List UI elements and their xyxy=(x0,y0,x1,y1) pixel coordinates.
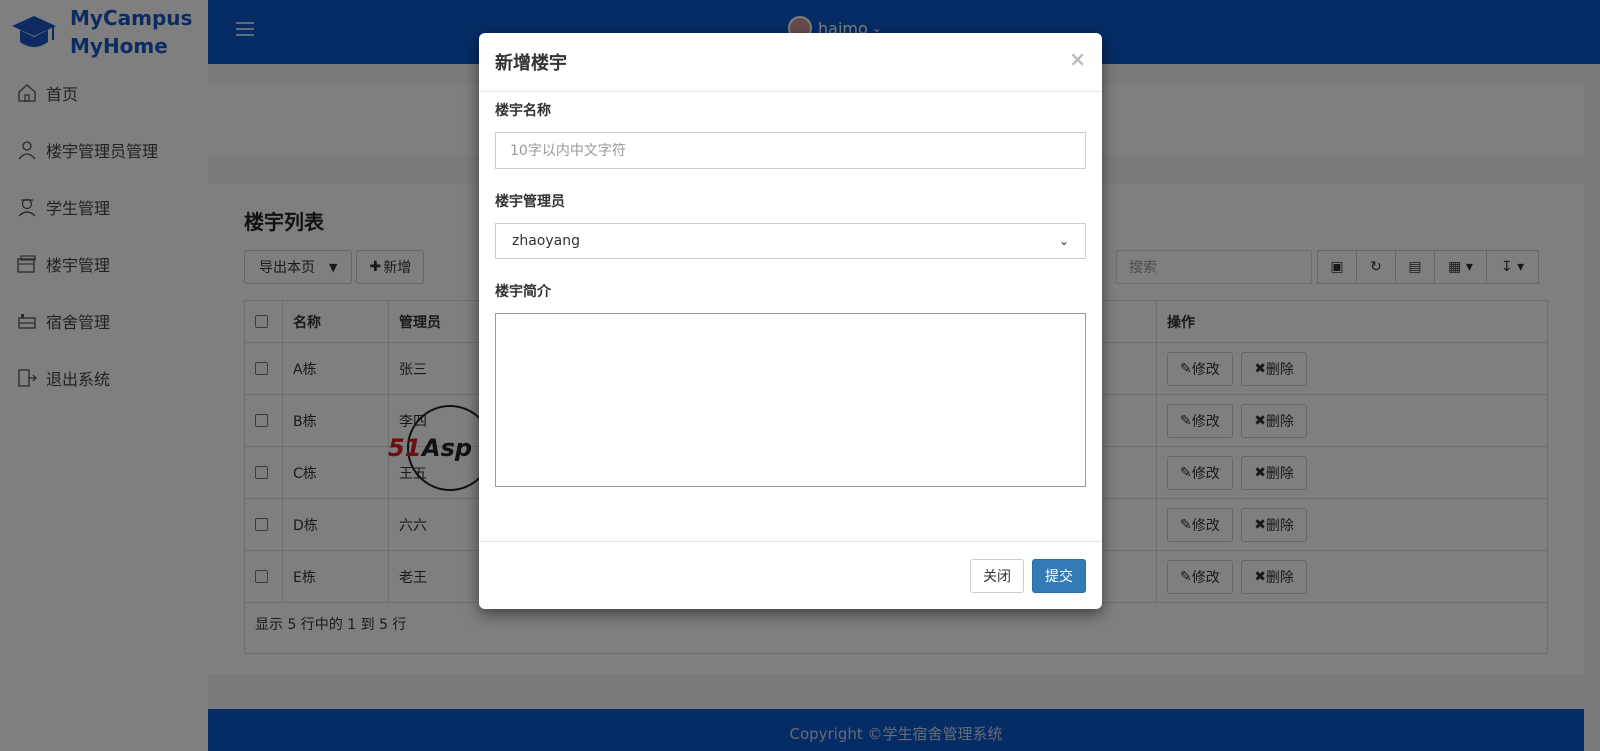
modal-title: 新增楼宇 xyxy=(495,53,567,74)
building-name-input[interactable] xyxy=(495,132,1086,169)
submit-button[interactable]: 提交 xyxy=(1032,558,1086,593)
modal-header: 新增楼宇 × xyxy=(479,33,1102,92)
modal-body: 楼宇名称 楼宇管理员 zhaoyang ⌄ 楼宇简介 xyxy=(479,92,1102,487)
add-building-modal: 新增楼宇 × 楼宇名称 楼宇管理员 zhaoyang ⌄ 楼宇简介 关闭 提交 xyxy=(479,33,1102,609)
building-intro-textarea[interactable] xyxy=(495,313,1086,487)
selected-admin: zhaoyang xyxy=(512,233,580,249)
building-name-label: 楼宇名称 xyxy=(495,103,551,119)
building-intro-label: 楼宇简介 xyxy=(495,284,551,300)
close-button[interactable]: 关闭 xyxy=(970,558,1024,593)
close-icon[interactable]: × xyxy=(1069,47,1086,71)
chevron-down-icon: ⌄ xyxy=(1058,234,1069,248)
modal-footer: 关闭 提交 xyxy=(479,541,1102,609)
building-admin-select[interactable]: zhaoyang ⌄ xyxy=(495,223,1086,259)
building-admin-label: 楼宇管理员 xyxy=(495,194,565,210)
